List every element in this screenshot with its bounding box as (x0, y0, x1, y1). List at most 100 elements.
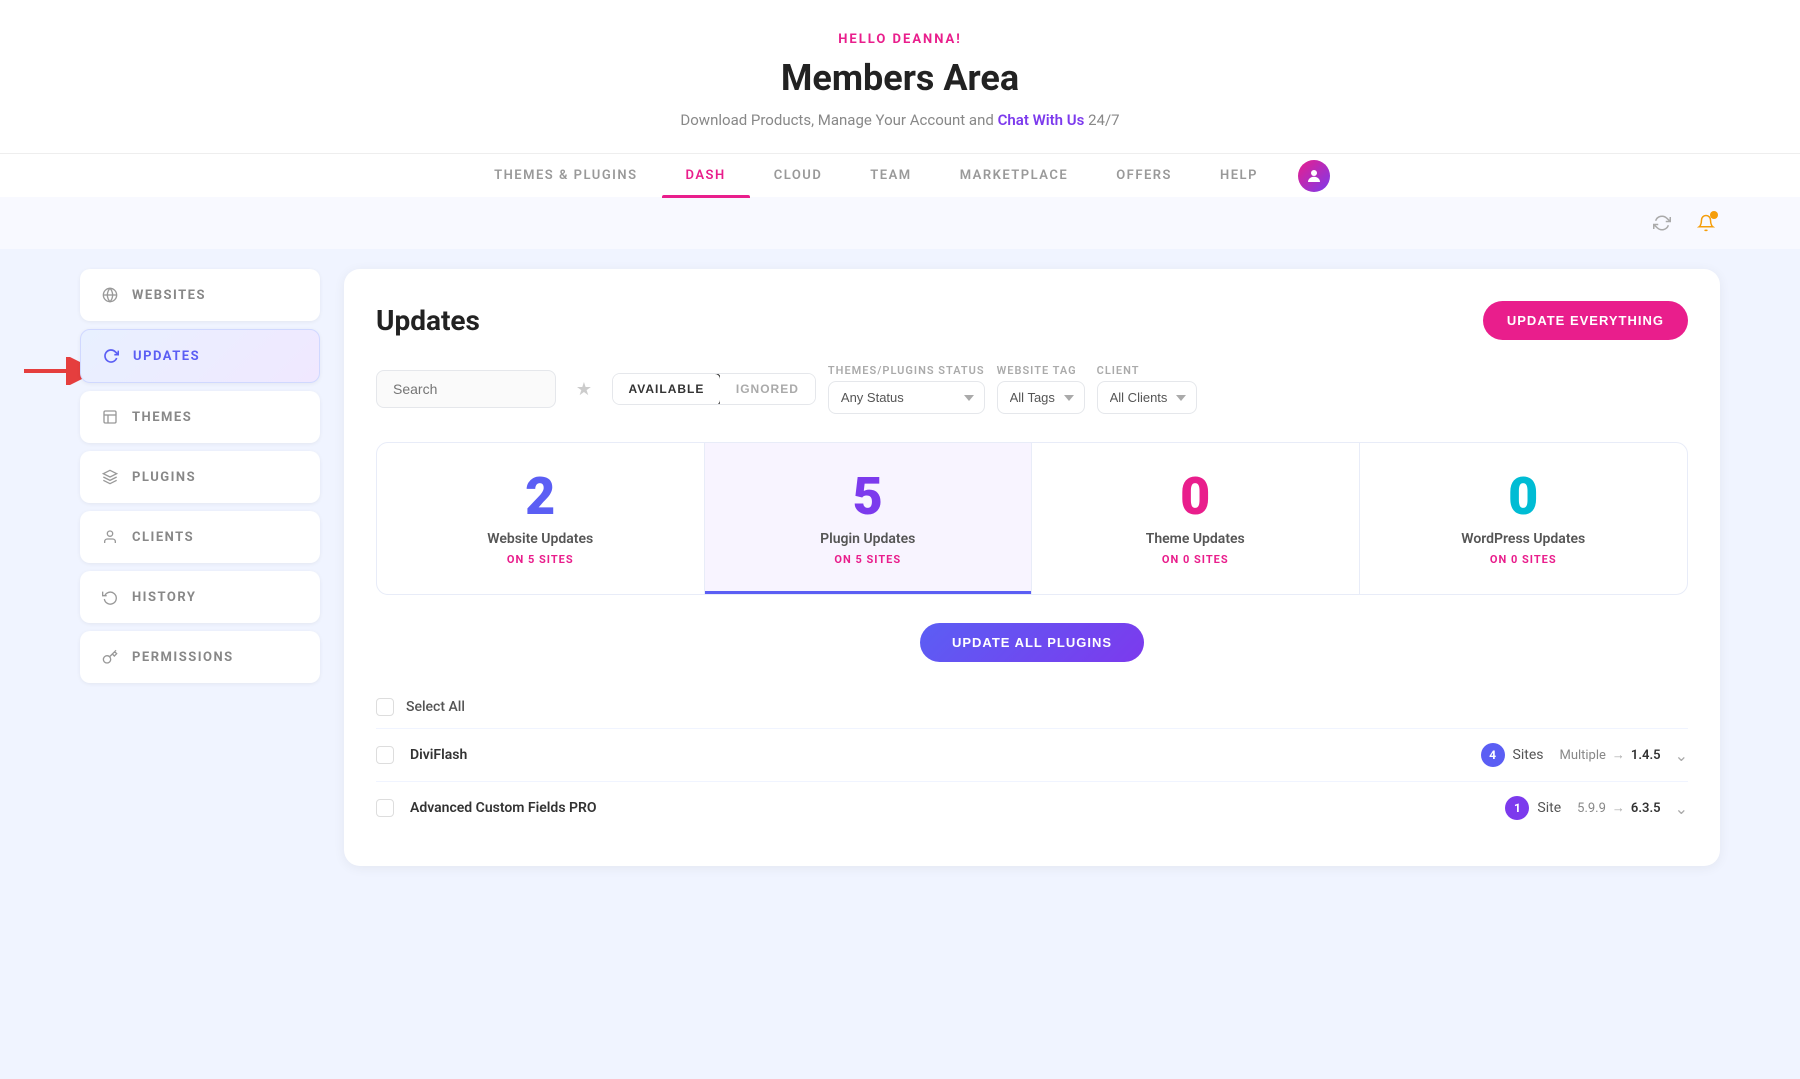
stat-sites-wordpress: ON 0 SITES (1380, 553, 1668, 566)
stat-theme-updates: 0 Theme Updates ON 0 SITES (1032, 443, 1360, 594)
stat-number-websites: 2 (397, 471, 684, 523)
diviflash-version: Multiple → 1.4.5 ⌄ (1559, 746, 1688, 765)
arrow-wrapper: WEBSITES UPDATES THEMES PLUGINS (80, 269, 320, 683)
diviflash-expand-button[interactable]: ⌄ (1675, 746, 1688, 765)
update-all-plugins-button[interactable]: UPDATE ALL PLUGINS (920, 623, 1144, 662)
diviflash-arrow: → (1612, 747, 1625, 763)
star-filter-button[interactable]: ★ (568, 373, 600, 405)
sidebar-label-plugins: PLUGINS (132, 470, 196, 485)
plugin-row-acf: Advanced Custom Fields PRO 1 Site 5.9.9 … (376, 781, 1688, 834)
stat-plugin-updates: 5 Plugin Updates ON 5 SITES (705, 443, 1033, 594)
nav-marketplace[interactable]: MARKETPLACE (936, 154, 1093, 197)
acf-name: Advanced Custom Fields PRO (410, 800, 1489, 816)
stat-label-websites: Website Updates (397, 531, 684, 547)
content-header: Updates UPDATE EVERYTHING (376, 301, 1688, 340)
notification-dot (1710, 211, 1718, 219)
sidebar-label-themes: THEMES (132, 410, 192, 425)
select-all-label: Select All (406, 699, 465, 715)
page-title: Members Area (0, 57, 1800, 99)
plugin-row-diviflash: DiviFlash 4 Sites Multiple → 1.4.5 ⌄ (376, 728, 1688, 781)
sidebar: WEBSITES UPDATES THEMES PLUGINS (80, 269, 320, 683)
progress-section: UPDATE ALL PLUGINS (376, 623, 1688, 662)
search-input[interactable] (376, 370, 556, 408)
status-filter-select[interactable]: Any Status (828, 381, 985, 414)
acf-version-from: 5.9.9 (1577, 801, 1606, 816)
stat-number-themes: 0 (1052, 471, 1339, 523)
client-filter-select[interactable]: All Clients (1097, 381, 1197, 414)
diviflash-badge: 4 (1481, 743, 1505, 767)
acf-version: 5.9.9 → 6.3.5 ⌄ (1577, 799, 1688, 818)
sidebar-item-permissions[interactable]: PERMISSIONS (80, 631, 320, 683)
sidebar-label-clients: CLIENTS (132, 530, 194, 545)
stat-sites-websites: ON 5 SITES (397, 553, 684, 566)
select-all-row: Select All (376, 686, 1688, 728)
content-title: Updates (376, 304, 480, 337)
plugins-icon (100, 467, 120, 487)
client-filter-group: CLIENT All Clients (1097, 364, 1197, 414)
sidebar-item-history[interactable]: HISTORY (80, 571, 320, 623)
history-icon (100, 587, 120, 607)
tag-filter-group: WEBSITE TAG All Tags (997, 364, 1085, 414)
refresh-icon[interactable] (1648, 209, 1676, 237)
plugin-list: Select All DiviFlash 4 Sites Multiple → … (376, 686, 1688, 834)
sidebar-item-clients[interactable]: CLIENTS (80, 511, 320, 563)
stat-label-themes: Theme Updates (1052, 531, 1339, 547)
stat-sites-themes: ON 0 SITES (1052, 553, 1339, 566)
client-filter-label: CLIENT (1097, 364, 1197, 377)
nav-cloud[interactable]: CLOUD (750, 154, 847, 197)
permissions-icon (100, 647, 120, 667)
header: HELLO DEANNA! Members Area Download Prod… (0, 0, 1800, 197)
nav-themes-plugins[interactable]: THEMES & PLUGINS (470, 154, 661, 197)
content-area: Updates UPDATE EVERYTHING ★ AVAILABLE IG… (344, 269, 1720, 866)
sidebar-item-themes[interactable]: THEMES (80, 391, 320, 443)
sidebar-item-updates[interactable]: UPDATES (80, 329, 320, 383)
chat-link[interactable]: Chat With Us (998, 111, 1085, 129)
notification-icon[interactable] (1692, 209, 1720, 237)
acf-version-to: 6.3.5 (1631, 801, 1661, 816)
diviflash-version-from: Multiple (1559, 748, 1605, 763)
sidebar-label-history: HISTORY (132, 590, 196, 605)
sidebar-label-permissions: PERMISSIONS (132, 650, 234, 665)
acf-sites-label: Site (1537, 800, 1561, 816)
stat-sites-plugins: ON 5 SITES (725, 553, 1012, 566)
nav-help[interactable]: HELP (1196, 154, 1282, 197)
main-layout: WEBSITES UPDATES THEMES PLUGINS (0, 249, 1800, 886)
tag-filter-label: WEBSITE TAG (997, 364, 1085, 377)
acf-badge: 1 (1505, 796, 1529, 820)
icons-bar (0, 197, 1800, 249)
diviflash-sites-label: Sites (1513, 747, 1544, 763)
sidebar-item-plugins[interactable]: PLUGINS (80, 451, 320, 503)
nav-team[interactable]: TEAM (846, 154, 935, 197)
update-everything-button[interactable]: UPDATE EVERYTHING (1483, 301, 1688, 340)
nav-offers[interactable]: OFFERS (1092, 154, 1196, 197)
nav-dash[interactable]: DASH (662, 154, 750, 197)
diviflash-name: DiviFlash (410, 747, 1465, 763)
subtitle: Download Products, Manage Your Account a… (0, 111, 1800, 129)
subtitle-text: Download Products, Manage Your Account a… (680, 111, 993, 129)
acf-arrow: → (1612, 800, 1625, 816)
acf-sites: 1 Site (1505, 796, 1561, 820)
updates-icon (101, 346, 121, 366)
subtitle-suffix: 24/7 (1088, 111, 1119, 129)
diviflash-checkbox[interactable] (376, 746, 394, 764)
user-avatar[interactable] (1298, 160, 1330, 192)
stat-wordpress-updates: 0 WordPress Updates ON 0 SITES (1360, 443, 1688, 594)
tab-ignored[interactable]: IGNORED (720, 374, 815, 404)
stat-label-plugins: Plugin Updates (725, 531, 1012, 547)
themes-icon (100, 407, 120, 427)
acf-expand-button[interactable]: ⌄ (1675, 799, 1688, 818)
status-filter-label: THEMES/PLUGINS STATUS (828, 364, 985, 377)
status-filter-group: THEMES/PLUGINS STATUS Any Status (828, 364, 985, 414)
filters-row: ★ AVAILABLE IGNORED THEMES/PLUGINS STATU… (376, 364, 1688, 414)
acf-checkbox[interactable] (376, 799, 394, 817)
hello-text: HELLO DEANNA! (0, 32, 1800, 47)
stat-number-wordpress: 0 (1380, 471, 1668, 523)
stat-number-plugins: 5 (725, 471, 1012, 523)
diviflash-version-to: 1.4.5 (1631, 748, 1661, 763)
select-all-checkbox[interactable] (376, 698, 394, 716)
tab-available[interactable]: AVAILABLE (612, 373, 721, 405)
main-nav: THEMES & PLUGINS DASH CLOUD TEAM MARKETP… (0, 153, 1800, 197)
tag-filter-select[interactable]: All Tags (997, 381, 1085, 414)
sidebar-item-websites[interactable]: WEBSITES (80, 269, 320, 321)
diviflash-sites: 4 Sites (1481, 743, 1544, 767)
